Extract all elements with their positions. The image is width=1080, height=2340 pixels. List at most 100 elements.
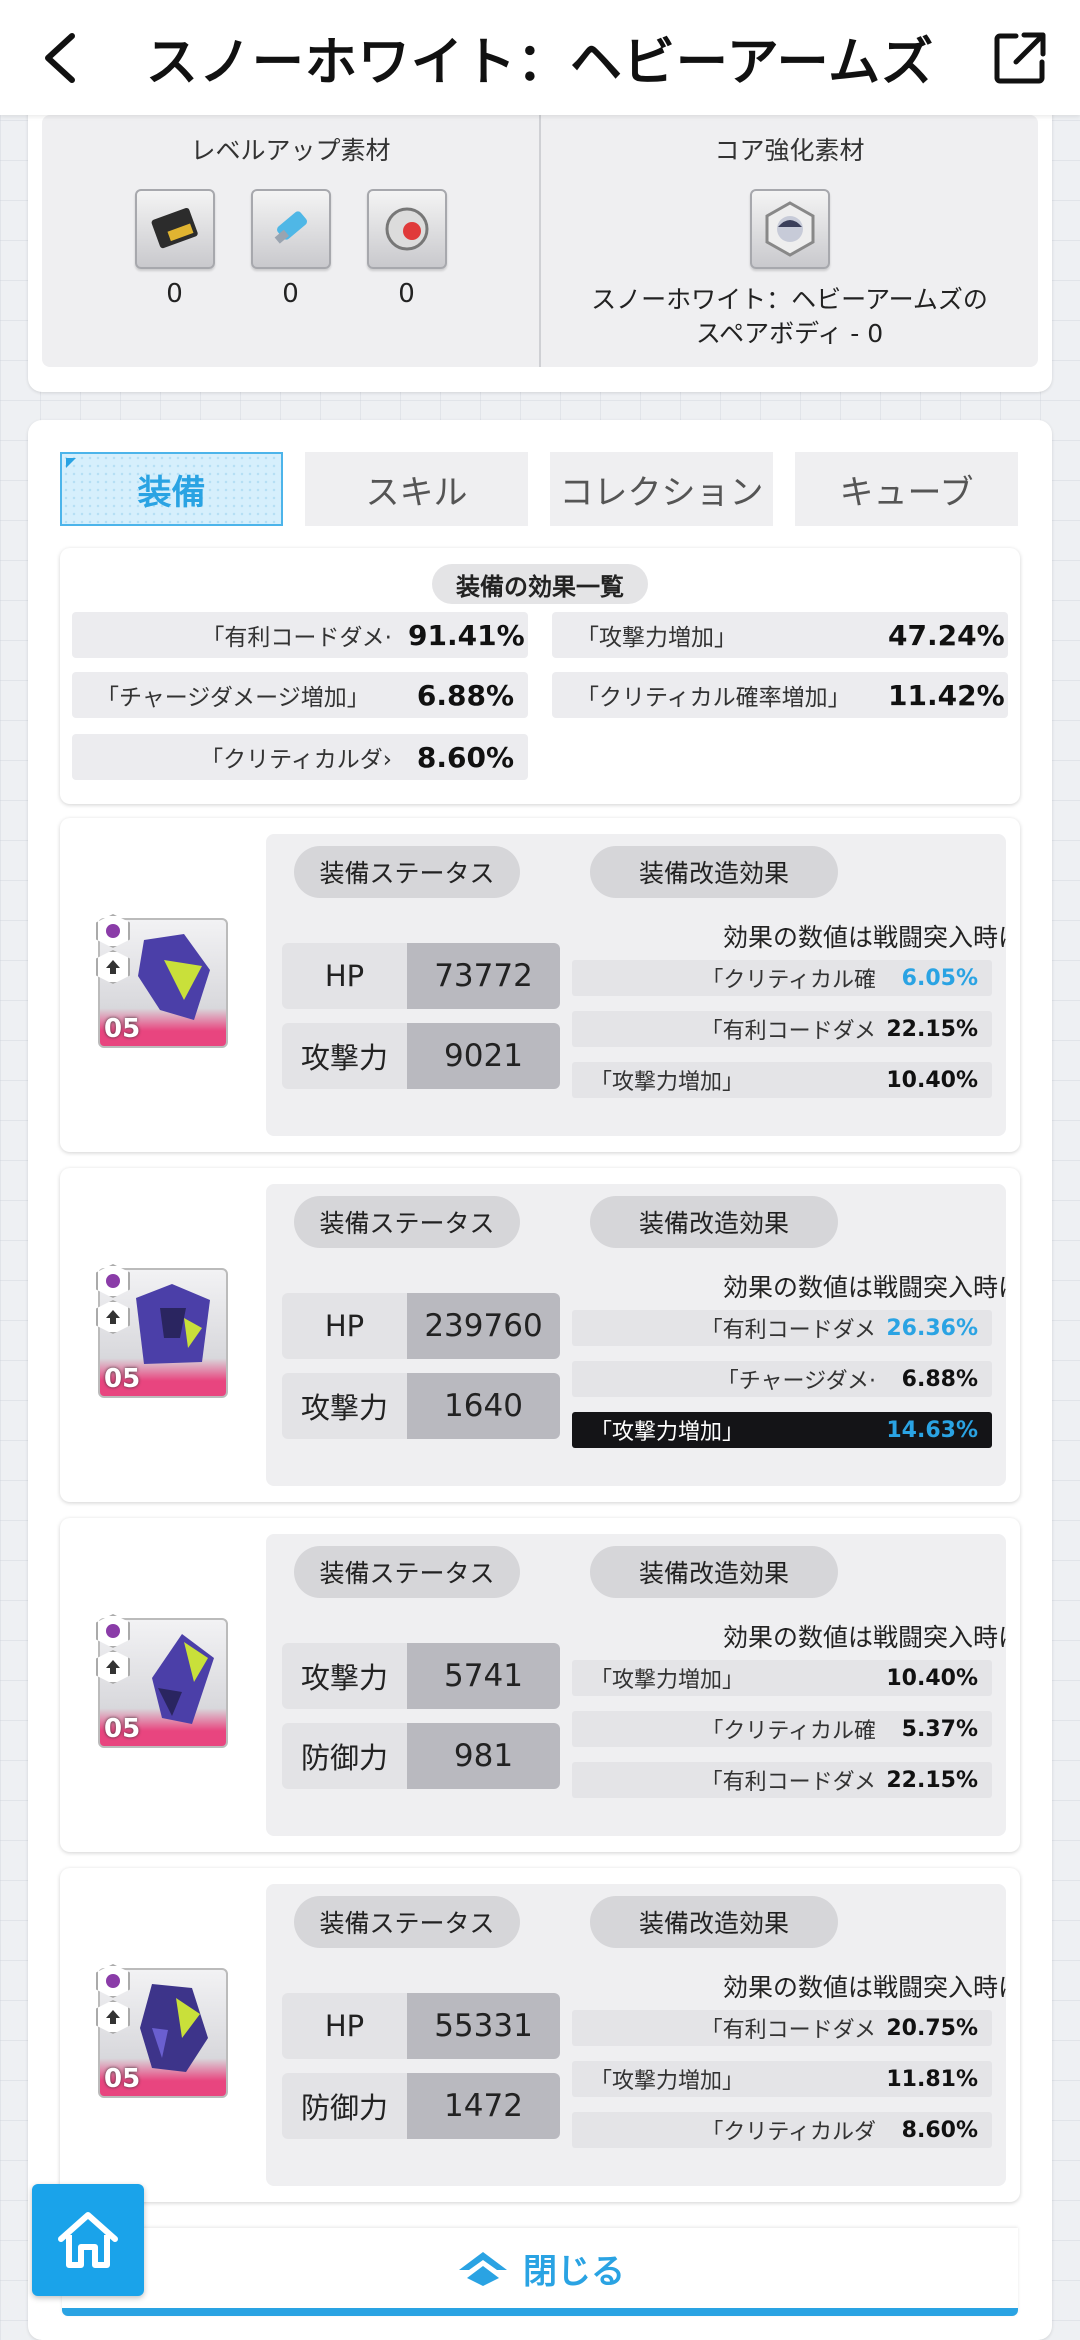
mod-name: 「チャージダメ·: [716, 1369, 876, 1394]
equipment-image[interactable]: 05: [96, 914, 228, 1048]
stat-label: 攻撃力: [282, 1643, 407, 1709]
mod-row: 「クリティカル確 5.37%: [572, 1711, 992, 1747]
effect-value: 91.41%: [408, 618, 525, 652]
usb-drive-icon: [250, 189, 331, 269]
status-header: 装備ステータス: [294, 1196, 520, 1248]
mod-name: 「クリティカル確: [701, 1719, 876, 1744]
tab-skill[interactable]: スキル: [305, 452, 528, 526]
effect-row: 「チャージダメージ増加」 6.88%: [72, 672, 528, 718]
armor-part-icon: [152, 1634, 214, 1724]
stat-row: HP 55331: [282, 1993, 560, 2059]
effect-name: 「クリティカルダ›: [200, 747, 392, 773]
stat-value: 1640: [407, 1373, 560, 1439]
stat-value: 1472: [407, 2073, 560, 2139]
stat-label: HP: [282, 1993, 407, 2059]
stat-label: 防御力: [282, 1723, 407, 1789]
stat-row: 攻撃力 9021: [282, 1023, 560, 1089]
equipment-card[interactable]: 05 装備ステータス 装備改造効果 HP 239760 攻撃力 1640 効果の…: [60, 1168, 1020, 1502]
material-item[interactable]: 0: [134, 189, 215, 309]
material-count: 0: [166, 279, 183, 309]
equipment-card[interactable]: 05 装備ステータス 装備改造効果 HP 55331 防御力 1472 効果の数…: [60, 1868, 1020, 2202]
mod-header: 装備改造効果: [590, 1196, 838, 1248]
effect-row: 「クリティカル確率増加」 11.42%: [552, 672, 1008, 718]
equipment-card[interactable]: 05 装備ステータス 装備改造効果 HP 73772 攻撃力 9021 効果の数…: [60, 818, 1020, 1152]
mod-row-highlighted: 「攻撃力増加」 14.63%: [572, 1412, 992, 1448]
stat-row: 防御力 1472: [282, 2073, 560, 2139]
mod-value: 26.36%: [886, 1315, 978, 1341]
close-button[interactable]: 閉じる: [62, 2228, 1018, 2316]
stat-value: 9021: [407, 1023, 560, 1089]
equipment-detail-panel: 装備ステータス 装備改造効果 HP 55331 防御力 1472 効果の数値は戦…: [266, 1884, 1006, 2186]
mod-name: 「攻撃力増加」: [590, 1668, 745, 1693]
mod-header: 装備改造効果: [590, 846, 838, 898]
effect-name: 「攻撃力増加」: [576, 625, 737, 651]
effect-row: 「クリティカルダ› 8.60%: [72, 734, 528, 780]
mod-row: 「攻撃力増加」 11.81%: [572, 2061, 992, 2097]
mod-name: 「クリティカルダ: [701, 2120, 876, 2145]
mod-name: 「攻撃力増加」: [590, 2069, 745, 2094]
mod-value: 22.15%: [886, 1767, 978, 1793]
stat-value: 239760: [407, 1293, 560, 1359]
effect-row: 「攻撃力増加」 47.24%: [552, 612, 1008, 658]
tab-bar: 装備 スキル コレクション キューブ: [60, 452, 1018, 526]
stat-label: HP: [282, 943, 407, 1009]
core-caption: スノーホワイト：ヘビーアームズのスペアボディ - 0: [591, 285, 988, 348]
equipment-detail-panel: 装備ステータス 装備改造効果 HP 239760 攻撃力 1640 効果の数値は…: [266, 1184, 1006, 1486]
status-header: 装備ステータス: [294, 1546, 520, 1598]
equipment-image[interactable]: 05: [96, 1964, 228, 2098]
back-button[interactable]: [0, 0, 120, 115]
home-icon: [58, 2212, 118, 2268]
tab-cube[interactable]: キューブ: [795, 452, 1018, 526]
material-item[interactable]: 0: [366, 189, 447, 309]
stat-value: 981: [407, 1723, 560, 1789]
effect-name: 「有利コードダメ·: [201, 625, 392, 651]
mod-value: 10.40%: [886, 1067, 978, 1093]
effect-value: 6.88%: [416, 678, 514, 712]
stat-label: 攻撃力: [282, 1023, 407, 1089]
open-external-button[interactable]: [960, 0, 1080, 115]
material-count: 0: [282, 279, 299, 309]
core-material-item[interactable]: [749, 189, 830, 269]
mod-note: 効果の数値は戦闘突入時に: [723, 923, 1006, 952]
mod-value: 5.37%: [901, 1716, 978, 1742]
mod-value: 8.60%: [901, 2117, 978, 2143]
core-title: コア強化素材: [714, 136, 865, 165]
equipment-detail-panel: 装備ステータス 装備改造効果 HP 73772 攻撃力 9021 効果の数値は戦…: [266, 834, 1006, 1136]
materials-card: レベルアップ素材 0 0 0 コア強化素材 スノーホワイト：ヘビーアームズのスペ…: [28, 95, 1052, 392]
stat-row: HP 73772: [282, 943, 560, 1009]
page-title: スノーホワイト：ヘビーアームズ: [145, 33, 935, 93]
home-button[interactable]: [32, 2184, 144, 2296]
mod-name: 「攻撃力増加」: [590, 1420, 745, 1445]
mod-header: 装備改造効果: [590, 1546, 838, 1598]
equipment-card[interactable]: 05 装備ステータス 装備改造効果 攻撃力 5741 防御力 981 効果の数値…: [60, 1518, 1020, 1852]
material-item[interactable]: 0: [250, 189, 331, 309]
equipment-level: 05: [104, 2064, 141, 2094]
close-label: 閉じる: [523, 2251, 625, 2292]
stat-label: 防御力: [282, 2073, 407, 2139]
stat-label: 攻撃力: [282, 1373, 407, 1439]
mod-row: 「攻撃力増加」 10.40%: [572, 1062, 992, 1098]
levelup-materials: レベルアップ素材 0 0 0: [42, 115, 539, 367]
equipment-image[interactable]: 05: [96, 1614, 228, 1748]
tab-equipment[interactable]: 装備: [60, 452, 283, 526]
mod-note: 効果の数値は戦闘突入時に: [723, 1973, 1006, 2002]
tab-collection[interactable]: コレクション: [550, 452, 773, 526]
materials-panel: レベルアップ素材 0 0 0 コア強化素材 スノーホワイト：ヘビーアームズのスペ…: [42, 115, 1038, 367]
mod-name: 「有利コードダメ: [700, 2018, 876, 2043]
mod-note: 効果の数値は戦闘突入時に: [723, 1273, 1006, 1302]
mod-note: 効果の数値は戦闘突入時に: [723, 1623, 1006, 1652]
mod-value: 6.05%: [901, 965, 978, 991]
stat-value: 5741: [407, 1643, 560, 1709]
mod-row: 「有利コードダメ 22.15%: [572, 1762, 992, 1798]
effect-value: 47.24%: [888, 618, 1005, 652]
status-header: 装備ステータス: [294, 1896, 520, 1948]
mod-row: 「チャージダメ· 6.88%: [572, 1361, 992, 1397]
mod-value: 22.15%: [886, 1016, 978, 1042]
stat-row: 攻撃力 1640: [282, 1373, 560, 1439]
core-materials: コア強化素材 スノーホワイト：ヘビーアームズのスペアボディ - 0: [541, 115, 1038, 367]
mod-row: 「有利コードダメ 20.75%: [572, 2010, 992, 2046]
external-link-icon: [994, 32, 1046, 83]
equipment-section: 装備 スキル コレクション キューブ 装備の効果一覧 「有利コードダメ· 91.…: [28, 420, 1052, 2340]
chevron-left-icon: [45, 32, 75, 83]
equipment-image[interactable]: 05: [96, 1264, 228, 1398]
